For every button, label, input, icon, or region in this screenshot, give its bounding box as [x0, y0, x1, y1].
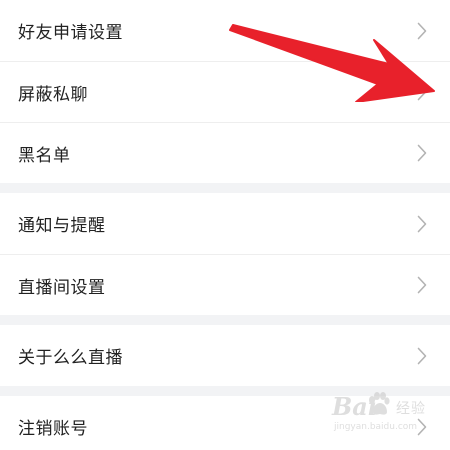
blacklist-row[interactable]: 黑名单 [0, 122, 450, 183]
settings-group-general: 通知与提醒 直播间设置 [0, 193, 450, 315]
settings-group-privacy: 好友申请设置 屏蔽私聊 黑名单 [0, 0, 450, 183]
block-private-chat-row[interactable]: 屏蔽私聊 [0, 61, 450, 122]
about-label: 关于么么直播 [18, 348, 123, 368]
chevron-right-icon [412, 346, 432, 366]
about-row[interactable]: 关于么么直播 [0, 325, 450, 386]
delete-account-label: 注销账号 [18, 419, 88, 439]
settings-group-account: 注销账号 [0, 396, 450, 450]
section-gap [0, 315, 450, 325]
block-private-chat-label: 屏蔽私聊 [18, 84, 88, 105]
chevron-right-icon [412, 82, 432, 102]
live-room-settings-row[interactable]: 直播间设置 [0, 254, 450, 315]
chevron-right-icon [412, 143, 432, 163]
chevron-right-icon [412, 21, 432, 41]
notifications-row[interactable]: 通知与提醒 [0, 193, 450, 254]
settings-group-about: 关于么么直播 [0, 325, 450, 386]
section-gap [0, 386, 450, 396]
chevron-right-icon [412, 214, 432, 234]
section-gap [0, 183, 450, 193]
settings-screen: 好友申请设置 屏蔽私聊 黑名单 通知与提醒 直播间设置 关于么么直播 注销账号 … [0, 0, 450, 450]
live-room-settings-label: 直播间设置 [18, 277, 106, 298]
notifications-label: 通知与提醒 [18, 216, 106, 236]
friend-request-settings-label: 好友申请设置 [18, 23, 123, 43]
delete-account-row[interactable]: 注销账号 [0, 396, 450, 450]
blacklist-label: 黑名单 [18, 145, 71, 166]
chevron-right-icon [412, 417, 432, 437]
chevron-right-icon [412, 275, 432, 295]
friend-request-settings-row[interactable]: 好友申请设置 [0, 0, 450, 61]
